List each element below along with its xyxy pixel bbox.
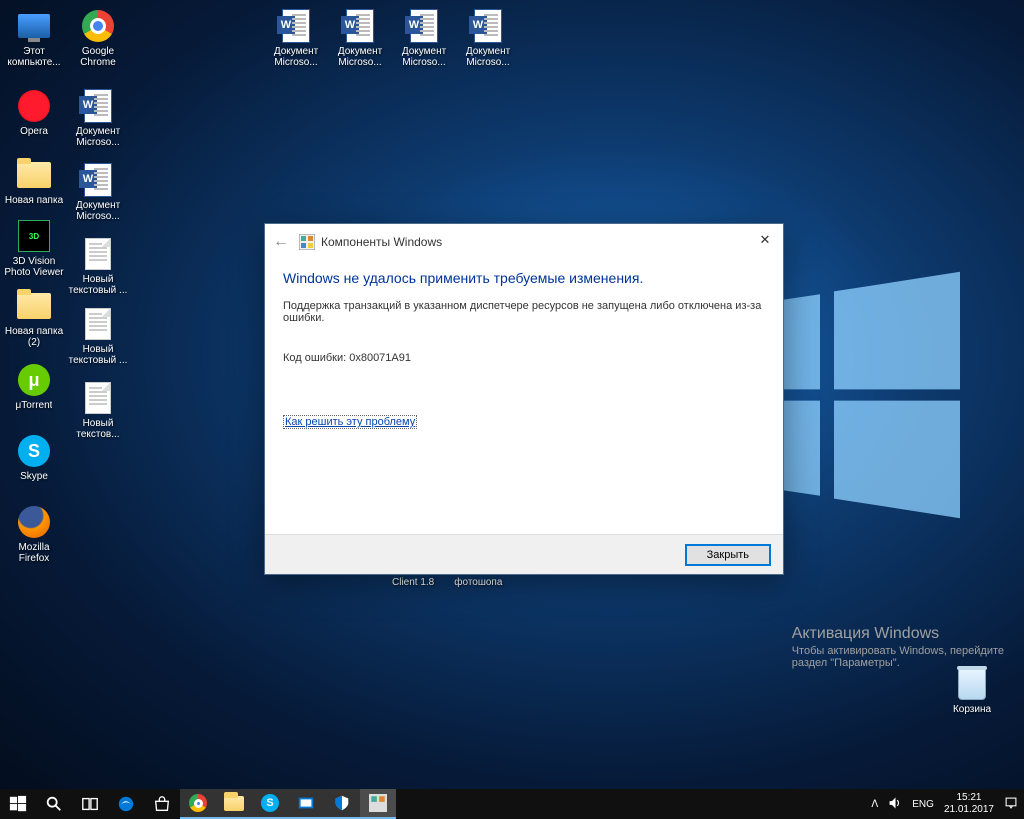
dialog-error-code: Код ошибки: 0x80071A91 <box>283 352 765 364</box>
back-icon: ← <box>273 233 293 251</box>
folder-icon <box>224 796 244 811</box>
desktop-icon-firefox[interactable]: Mozilla Firefox <box>4 504 64 564</box>
word-icon <box>474 9 502 43</box>
text-file-icon <box>85 382 111 414</box>
task-view-button[interactable] <box>72 789 108 819</box>
opera-icon <box>18 90 50 122</box>
desktop-icon-skype[interactable]: SSkype <box>4 433 64 482</box>
taskbar-explorer[interactable] <box>216 789 252 819</box>
desktop-icon-this-pc[interactable]: Этот компьюте... <box>4 8 64 68</box>
dialog-titlebar[interactable]: ← Компоненты Windows ✕ <box>265 224 783 260</box>
dialog-title: Компоненты Windows <box>321 235 442 249</box>
desktop-icon-word-doc[interactable]: Документ Microso... <box>330 8 390 68</box>
desktop-icon-word-doc[interactable]: Документ Microso... <box>68 162 128 222</box>
utorrent-icon: μ <box>18 364 50 396</box>
taskbar-skype[interactable]: S <box>252 789 288 819</box>
taskbar-chrome[interactable] <box>180 789 216 819</box>
desktop-icon-3dvision[interactable]: 3D3D Vision Photo Viewer <box>4 218 64 278</box>
close-button[interactable]: ✕ <box>753 230 777 250</box>
tray-notifications-icon[interactable] <box>1004 796 1018 813</box>
search-button[interactable] <box>36 789 72 819</box>
start-button[interactable] <box>0 789 36 819</box>
word-icon <box>346 9 374 43</box>
firefox-icon <box>18 506 50 538</box>
chrome-icon <box>189 794 207 812</box>
tray-chevron-icon[interactable]: ᐱ <box>871 799 878 810</box>
activation-watermark: Активация Windows Чтобы активировать Win… <box>792 625 1004 669</box>
close-button[interactable]: Закрыть <box>685 544 771 566</box>
folder-icon <box>17 293 51 319</box>
desktop-icon-word-doc[interactable]: Документ Microso... <box>458 8 518 68</box>
word-icon <box>84 89 112 123</box>
recycle-bin-icon <box>958 668 986 700</box>
word-icon <box>410 9 438 43</box>
desktop-icon-chrome[interactable]: Google Chrome <box>68 8 128 68</box>
desktop-icon-word-doc[interactable]: Документ Microso... <box>266 8 326 68</box>
taskbar-edge[interactable] <box>108 789 144 819</box>
desktop-icon-txt[interactable]: Новый текстов... <box>68 380 128 440</box>
dialog-error-text: Поддержка транзакций в указанном диспетч… <box>283 300 765 324</box>
windows-features-dialog: ← Компоненты Windows ✕ Windows не удалос… <box>264 223 784 575</box>
dialog-help-link[interactable]: Как решить эту проблему <box>283 415 417 429</box>
taskbar-defender[interactable] <box>324 789 360 819</box>
taskbar-windows-features[interactable] <box>360 789 396 819</box>
word-icon <box>84 163 112 197</box>
desktop-icon-utorrent[interactable]: μμTorrent <box>4 362 64 411</box>
skype-icon: S <box>261 794 279 812</box>
desktop-icon-word-doc[interactable]: Документ Microso... <box>394 8 454 68</box>
windows-features-icon <box>299 234 315 250</box>
text-file-icon <box>85 308 111 340</box>
taskbar-app[interactable] <box>288 789 324 819</box>
folder-icon <box>17 162 51 188</box>
taskbar-store[interactable] <box>144 789 180 819</box>
desktop-icon-labels-behind-dialog: Client 1.8 фотошопа <box>392 577 502 588</box>
desktop-icon-folder[interactable]: Новая папка (2) <box>4 288 64 348</box>
word-icon <box>282 9 310 43</box>
tray-clock[interactable]: 15:21 21.01.2017 <box>944 792 994 816</box>
monitor-icon <box>18 14 50 38</box>
desktop-icon-txt[interactable]: Новый текстовый ... <box>68 236 128 296</box>
desktop-icon-word-doc[interactable]: Документ Microso... <box>68 88 128 148</box>
chrome-icon <box>82 10 114 42</box>
skype-icon: S <box>18 435 50 467</box>
desktop-icon-folder[interactable]: Новая папка <box>4 157 64 206</box>
3d-icon: 3D <box>18 220 50 252</box>
desktop-icon-txt[interactable]: Новый текстовый ... <box>68 306 128 366</box>
tray-language[interactable]: ENG <box>912 799 934 810</box>
taskbar[interactable]: S ᐱ ENG 15:21 21.01.2017 <box>0 789 1024 819</box>
desktop-icon-opera[interactable]: Opera <box>4 88 64 137</box>
desktop-icon-recycle-bin[interactable]: Корзина <box>942 666 1002 715</box>
dialog-heading: Windows не удалось применить требуемые и… <box>283 270 765 286</box>
tray-volume-icon[interactable] <box>888 796 902 813</box>
desktop[interactable]: Этот компьюте... Opera Новая папка 3D3D … <box>0 0 1024 789</box>
text-file-icon <box>85 238 111 270</box>
system-tray: ᐱ ENG 15:21 21.01.2017 <box>871 792 1024 816</box>
dialog-footer: Закрыть <box>265 534 783 574</box>
